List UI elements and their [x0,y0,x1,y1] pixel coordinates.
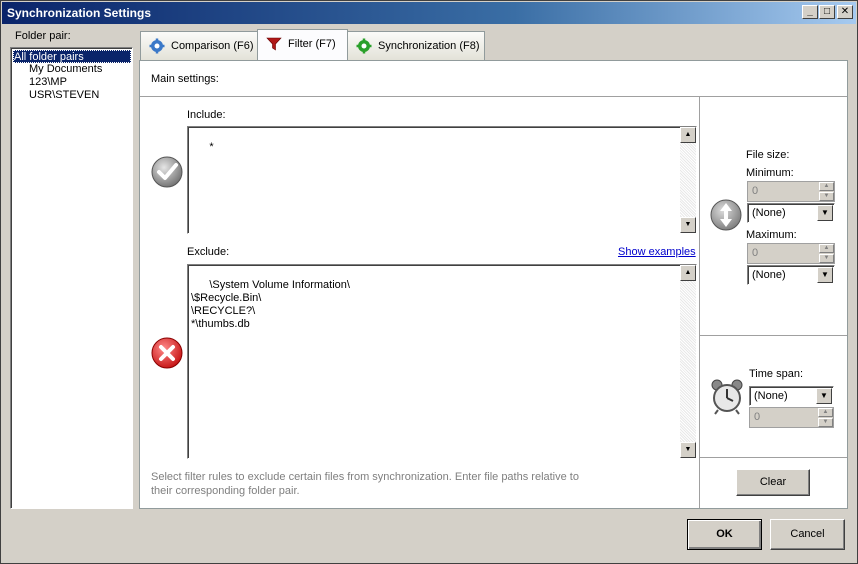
maximum-label: Maximum: [746,229,797,241]
minimum-label: Minimum: [746,167,794,179]
sync-settings-window: Synchronization Settings _ □ ✕ Folder pa… [0,0,858,564]
tab-label: Filter (F7) [288,38,336,50]
filter-hint: Select filter rules to exclude certain f… [151,471,579,497]
ok-button[interactable]: OK [687,519,762,550]
red-x-icon [151,337,183,369]
include-label: Include: [187,109,226,121]
spin-down-icon[interactable]: ▼ [819,254,834,263]
alarm-clock-icon [711,379,743,415]
time-span-count-input[interactable]: 0 ▲ ▼ [749,407,834,428]
folder-pair-item[interactable]: My Documents [13,63,132,76]
maximum-size-input[interactable]: 0 ▲ ▼ [747,243,835,264]
chevron-down-icon[interactable]: ▼ [817,267,833,283]
checkmark-icon [151,156,183,188]
exclude-text: \System Volume Information\ \$Recycle.Bi… [191,279,350,330]
time-span-count-value: 0 [754,411,761,423]
tab-filter[interactable]: Filter (F7) [257,29,348,60]
tab-label: Synchronization (F8) [378,40,480,52]
include-text: * [209,141,214,153]
funnel-icon [266,37,282,51]
close-button[interactable]: ✕ [837,5,853,19]
tab-comparison[interactable]: Comparison (F6) [140,31,258,60]
gear-icon [149,38,165,54]
exclude-textarea[interactable]: \System Volume Information\ \$Recycle.Bi… [187,264,697,459]
time-span-label: Time span: [749,368,804,380]
time-span-select[interactable]: (None) ▼ [749,386,834,406]
spin-up-icon[interactable]: ▲ [819,182,834,191]
sync-gear-icon [356,38,372,54]
scroll-down-icon[interactable]: ▼ [680,217,696,233]
folder-pair-label: Folder pair: [15,30,71,42]
tab-synchronization[interactable]: Synchronization (F8) [347,31,485,60]
folder-pair-item[interactable]: 123\MP [13,76,132,89]
title-bar[interactable]: Synchronization Settings [2,2,856,24]
folder-pair-list[interactable]: All folder pairs My Documents 123\MP USR… [10,47,133,509]
divider [140,96,847,97]
scroll-up-icon[interactable]: ▲ [680,127,696,143]
maximum-unit-select[interactable]: (None) ▼ [747,265,835,285]
cancel-button[interactable]: Cancel [770,519,845,550]
maximum-unit-value: (None) [752,269,786,281]
divider [700,457,847,458]
chevron-down-icon[interactable]: ▼ [816,388,832,404]
folder-pair-item[interactable]: All folder pairs [13,50,131,63]
divider [700,335,847,336]
minimize-button[interactable]: _ [802,5,818,19]
main-settings-label: Main settings: [151,73,219,85]
include-scrollbar[interactable]: ▲ ▼ [680,127,696,233]
window-title: Synchronization Settings [7,6,152,20]
include-textarea[interactable]: * ▲ ▼ [187,126,697,234]
spin-down-icon[interactable]: ▼ [818,418,833,427]
scroll-down-icon[interactable]: ▼ [680,442,696,458]
spin-up-icon[interactable]: ▲ [819,244,834,253]
time-span-value: (None) [754,390,788,402]
minimum-size-input[interactable]: 0 ▲ ▼ [747,181,835,202]
spin-down-icon[interactable]: ▼ [819,192,834,201]
maximize-button[interactable]: □ [819,5,835,19]
exclude-scrollbar[interactable]: ▲ ▼ [680,265,696,458]
maximum-size-value: 0 [752,247,759,259]
minimum-unit-select[interactable]: (None) ▼ [747,203,835,223]
chevron-down-icon[interactable]: ▼ [817,205,833,221]
clear-button[interactable]: Clear [736,469,810,496]
minimum-size-value: 0 [752,185,759,197]
file-size-arrows-icon [710,199,742,231]
minimum-unit-value: (None) [752,207,786,219]
exclude-label: Exclude: [187,246,230,258]
spin-up-icon[interactable]: ▲ [818,408,833,417]
scroll-up-icon[interactable]: ▲ [680,265,696,281]
tab-label: Comparison (F6) [171,40,254,52]
show-examples-link[interactable]: Show examples [618,246,696,258]
folder-pair-item[interactable]: USR\STEVEN [13,89,132,102]
filter-panel: Main settings: Include: * ▲ ▼ Exclude: S… [139,60,848,509]
file-size-label: File size: [746,149,790,161]
